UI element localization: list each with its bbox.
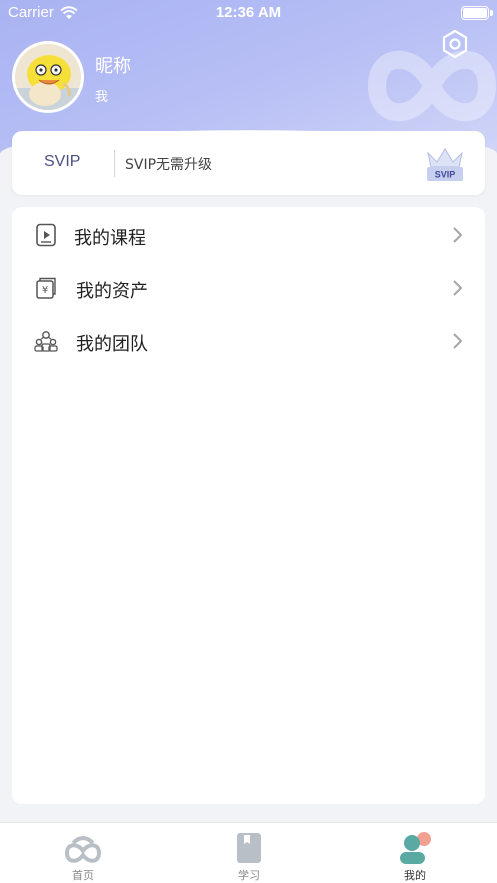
svip-card[interactable]: SVIP SVIP无需升级 SVIP bbox=[12, 131, 485, 195]
duck-avatar-icon bbox=[15, 44, 81, 110]
svip-description: SVIP无需升级 bbox=[125, 157, 213, 173]
svip-label: SVIP bbox=[44, 153, 81, 170]
menu-item-my-team[interactable]: 我的团队 bbox=[12, 315, 485, 365]
menu-item-label: 我的课程 bbox=[74, 228, 146, 249]
chevron-right-icon bbox=[453, 333, 463, 349]
profile-icon bbox=[400, 832, 431, 864]
avatar-image bbox=[15, 44, 81, 110]
tab-mine[interactable]: 我的 bbox=[332, 823, 497, 883]
tab-home[interactable]: 首页 bbox=[0, 823, 166, 883]
menu-item-label: 我的资产 bbox=[76, 281, 148, 302]
team-icon bbox=[34, 331, 58, 352]
tab-bar: 首页 学习 我的 bbox=[0, 822, 497, 883]
tab-label: 我的 bbox=[404, 869, 426, 882]
clock: 12:36 AM bbox=[215, 4, 282, 21]
tab-label: 学习 bbox=[238, 869, 260, 882]
chevron-right-icon bbox=[453, 227, 463, 243]
course-play-icon bbox=[36, 223, 56, 247]
svip-divider bbox=[114, 150, 115, 177]
book-icon bbox=[237, 833, 261, 863]
home-infinity-icon bbox=[64, 836, 102, 863]
nickname[interactable]: 昵称 bbox=[95, 52, 131, 78]
menu-item-label: 我的团队 bbox=[76, 334, 148, 355]
profile-subtitle: 我 bbox=[95, 90, 109, 105]
menu-item-my-assets[interactable]: ¥ 我的资产 bbox=[12, 262, 485, 312]
status-bar: Carrier 12:36 AM bbox=[0, 0, 497, 26]
tab-label: 首页 bbox=[72, 869, 94, 882]
svip-badge-text: SVIP bbox=[435, 170, 456, 180]
menu-item-my-courses[interactable]: 我的课程 bbox=[12, 209, 485, 259]
tab-study[interactable]: 学习 bbox=[166, 823, 332, 883]
infinity-watermark-icon bbox=[367, 50, 497, 122]
wallet-yen-icon: ¥ bbox=[36, 277, 56, 299]
svip-crown-icon: SVIP bbox=[427, 148, 463, 181]
chevron-right-icon bbox=[453, 280, 463, 296]
avatar[interactable] bbox=[12, 41, 84, 113]
settings-icon[interactable] bbox=[440, 29, 470, 59]
svg-text:¥: ¥ bbox=[42, 285, 48, 296]
menu-card: 我的课程 ¥ 我的资产 我的团队 bbox=[12, 207, 485, 804]
battery-icon bbox=[461, 6, 493, 20]
